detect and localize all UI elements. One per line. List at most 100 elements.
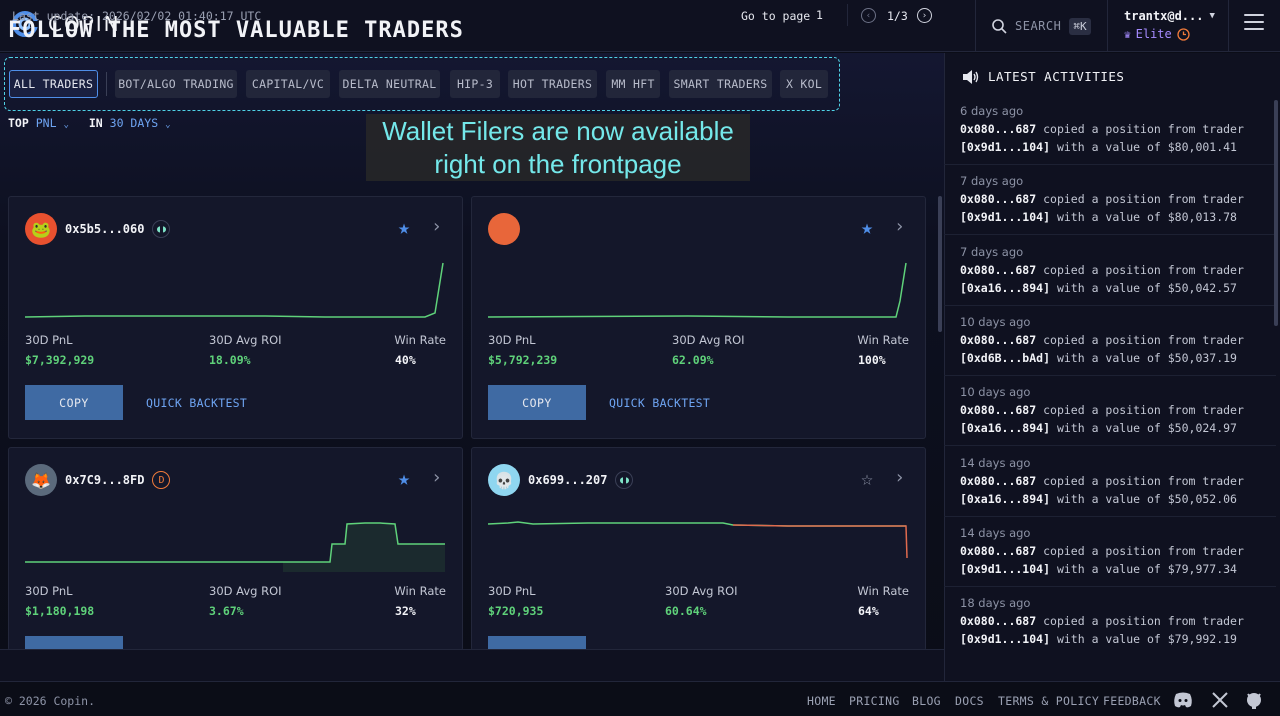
pnl-sparkline — [25, 522, 445, 572]
footer-link-home[interactable]: HOME — [807, 694, 836, 708]
announcement-banner: Wallet Filers are now available right on… — [366, 114, 750, 181]
chevron-right-icon[interactable]: › — [431, 468, 442, 488]
win-rate-value: 64% — [858, 604, 879, 618]
chevron-down-icon: ▼ — [1209, 11, 1215, 21]
copied-text: copied a position from trader — [1043, 543, 1244, 558]
trader-address[interactable]: 0x699...207 — [528, 473, 607, 487]
copy-button[interactable]: COPY — [488, 385, 586, 420]
activity-line-1: 0x080...687 copied a position from trade… — [960, 333, 1244, 347]
prev-page-icon[interactable]: ‹ — [861, 8, 876, 23]
activity-value: $50,052.06 — [1167, 491, 1237, 506]
copy-button[interactable]: COPY — [25, 385, 123, 420]
quick-backtest-link[interactable]: QUICK BACKTEST — [146, 396, 247, 410]
filter-chip-smart-traders[interactable]: SMART TRADERS — [669, 70, 772, 98]
chevron-right-icon[interactable]: › — [894, 468, 905, 488]
activity-divider — [944, 374, 1276, 376]
quick-backtest-link[interactable]: QUICK BACKTEST — [609, 396, 710, 410]
filter-chip-delta-neutral[interactable]: DELTA NEUTRAL — [339, 70, 440, 98]
activity-time: 6 days ago — [960, 104, 1024, 118]
favorite-star-icon[interactable]: ★ — [398, 217, 410, 237]
copier-address[interactable]: 0x080...687 — [960, 122, 1036, 136]
copier-address[interactable]: 0x080...687 — [960, 403, 1036, 417]
filter-chip-all-traders[interactable]: ALL TRADERS — [9, 70, 98, 98]
trader-address[interactable]: [0xa16...894] — [960, 421, 1050, 435]
pnl-label: 30D PnL — [25, 333, 73, 347]
copier-address[interactable]: 0x080...687 — [960, 614, 1036, 628]
user-name: trantx@d... — [1124, 9, 1204, 23]
time-range-dropdown[interactable]: IN 30 DAYS ⌄ — [89, 116, 171, 130]
win-rate-value: 40% — [395, 353, 416, 367]
activity-header: LATEST ACTIVITIES — [962, 69, 1124, 84]
copier-address[interactable]: 0x080...687 — [960, 333, 1036, 347]
activity-line-2: [0x9d1...104] with a value of $79,977.34 — [960, 562, 1237, 576]
pnl-value: $5,792,239 — [488, 353, 558, 367]
main-scrollbar[interactable] — [938, 196, 942, 332]
with-value-text: with a value of — [1056, 632, 1161, 647]
sort-by-dropdown[interactable]: TOP PNL ⌄ — [8, 116, 69, 130]
trader-card[interactable]: 🐸 0x5b5...060 ◖◗ ★ › 30D PnL $7,392,929 … — [8, 196, 463, 439]
favorite-star-icon[interactable]: ★ — [398, 468, 410, 488]
activity-value: $80,013.78 — [1167, 210, 1237, 225]
footer-link-feedback[interactable]: FEEDBACK — [1103, 694, 1161, 708]
user-tier: Elite — [1135, 27, 1172, 41]
filter-chip-x-kol[interactable]: X KOL — [780, 70, 828, 98]
pnl-sparkline — [488, 262, 907, 318]
copied-text: copied a position from trader — [1043, 614, 1244, 629]
x-twitter-icon[interactable] — [1210, 691, 1230, 709]
pnl-value: $1,180,198 — [25, 604, 95, 618]
filter-chip-mm-hft[interactable]: MM HFT — [606, 70, 660, 98]
trader-address[interactable]: [0xa16...894] — [960, 281, 1050, 295]
win-rate-label: Win Rate — [394, 584, 446, 598]
orange-avatar-icon — [488, 213, 520, 245]
activity-time: 14 days ago — [960, 525, 1031, 540]
footer-link-blog[interactable]: BLOG — [912, 694, 941, 708]
trader-address[interactable]: [0x9d1...104] — [960, 562, 1050, 576]
user-menu[interactable]: trantx@d... ▼ ♛ Elite — [1107, 0, 1229, 52]
footer-link-terms[interactable]: TERMS & POLICY — [998, 694, 1099, 708]
copier-address[interactable]: 0x080...687 — [960, 192, 1036, 206]
filter-chip-hip3[interactable]: HIP-3 — [450, 70, 500, 98]
copier-address[interactable]: 0x080...687 — [960, 544, 1036, 558]
activity-line-1: 0x080...687 copied a position from trade… — [960, 544, 1244, 558]
trader-address[interactable]: [0x9d1...104] — [960, 210, 1050, 224]
github-icon[interactable] — [1244, 691, 1264, 709]
with-value-text: with a value of — [1056, 491, 1161, 506]
trader-card[interactable]: 💀 0x699...207 ◖◗ ☆ › 30D PnL $720,935 30… — [471, 447, 926, 652]
copier-address[interactable]: 0x080...687 — [960, 263, 1036, 277]
discord-icon[interactable] — [1173, 691, 1193, 709]
copier-address[interactable]: 0x080...687 — [960, 474, 1036, 488]
next-page-icon[interactable]: › — [917, 8, 932, 23]
trader-address[interactable]: [0x9d1...104] — [960, 140, 1050, 154]
favorite-star-icon[interactable]: ★ — [861, 217, 873, 237]
sort-controls: TOP PNL ⌄ IN 30 DAYS ⌄ — [8, 116, 170, 130]
trader-address[interactable]: 0x7C9...8FD — [65, 473, 144, 487]
search-icon — [992, 18, 1007, 34]
trader-card[interactable]: ★ › 30D PnL $5,792,239 30D Avg ROI 62.09… — [471, 196, 926, 439]
copied-text: copied a position from trader — [1043, 192, 1244, 207]
activity-line-2: [0xa16...894] with a value of $50,042.57 — [960, 281, 1237, 295]
chevron-right-icon[interactable]: › — [894, 217, 905, 237]
activity-time: 14 days ago — [960, 455, 1031, 470]
footer-link-docs[interactable]: DOCS — [955, 694, 984, 708]
trader-card[interactable]: 🦊 0x7C9...8FD D ★ › 30D PnL $1,180,198 3… — [8, 447, 463, 652]
filter-chip-hot-traders[interactable]: HOT TRADERS — [508, 70, 597, 98]
banner-line-2: right on the frontpage — [434, 149, 682, 179]
filter-chip-capital-vc[interactable]: CAPITAL/VC — [246, 70, 330, 98]
favorite-star-icon[interactable]: ☆ — [861, 468, 873, 488]
chevron-right-icon[interactable]: › — [431, 217, 442, 237]
sidebar-scrollbar[interactable] — [1274, 100, 1278, 326]
trader-address[interactable]: [0xa16...894] — [960, 492, 1050, 506]
filter-chip-bot-algo[interactable]: BOT/ALGO TRADING — [115, 70, 237, 98]
trader-address[interactable]: 0x5b5...060 — [65, 222, 144, 236]
hamburger-menu-icon[interactable] — [1244, 14, 1264, 32]
with-value-text: with a value of — [1056, 561, 1161, 576]
skull-avatar-icon: 💀 — [488, 464, 520, 496]
footer-link-pricing[interactable]: PRICING — [849, 694, 900, 708]
search-button[interactable]: SEARCH ⌘K — [975, 0, 1107, 52]
win-rate-label: Win Rate — [394, 333, 446, 347]
trader-address[interactable]: [0x9d1...104] — [960, 632, 1050, 646]
activity-line-2: [0xa16...894] with a value of $50,024.97 — [960, 421, 1237, 435]
sort-in-label: IN — [88, 116, 103, 130]
trader-address[interactable]: [0xd6B...bAd] — [960, 351, 1050, 365]
goto-page-input[interactable] — [806, 4, 848, 26]
